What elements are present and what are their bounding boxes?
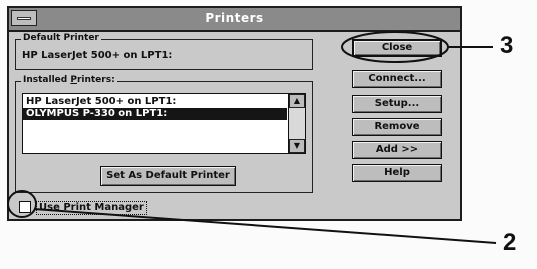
installed-printers-group: Installed Printers: HP LaserJet 500+ on … [15, 75, 313, 193]
system-menu-icon [17, 17, 31, 20]
close-button[interactable]: Close [352, 39, 442, 57]
title-bar: Printers [9, 8, 460, 32]
use-print-manager-label[interactable]: Use Print Manager [36, 201, 147, 215]
default-printer-label: Default Printer [21, 33, 101, 44]
window-title: Printers [205, 11, 264, 25]
setup-button[interactable]: Setup... [352, 95, 442, 113]
callout-number-2: 2 [503, 229, 517, 256]
use-print-manager-checkbox[interactable] [19, 201, 31, 213]
installed-printers-list[interactable]: HP LaserJet 500+ on LPT1: OLYMPUS P-330 … [22, 93, 306, 154]
installed-printers-label: Installed Printers: [21, 75, 117, 86]
default-printer-value: HP LaserJet 500+ on LPT1: [22, 50, 173, 61]
connect-button[interactable]: Connect... [352, 70, 442, 88]
list-scrollbar[interactable]: ▲ ▼ [288, 94, 305, 153]
add-button[interactable]: Add >> [352, 141, 442, 159]
default-printer-group: Default Printer HP LaserJet 500+ on LPT1… [15, 33, 313, 70]
list-item[interactable]: HP LaserJet 500+ on LPT1: [23, 96, 287, 108]
scroll-up-arrow-icon[interactable]: ▲ [289, 94, 305, 108]
system-menu-button[interactable] [11, 10, 37, 26]
help-button[interactable]: Help [352, 164, 442, 182]
list-item-selected[interactable]: OLYMPUS P-330 on LPT1: [23, 108, 287, 120]
set-as-default-button[interactable]: Set As Default Printer [100, 166, 236, 186]
remove-button[interactable]: Remove [352, 118, 442, 136]
printers-dialog: Printers Default Printer HP LaserJet 500… [7, 6, 462, 221]
scroll-down-arrow-icon[interactable]: ▼ [289, 139, 305, 153]
callout-number-3: 3 [500, 32, 514, 59]
